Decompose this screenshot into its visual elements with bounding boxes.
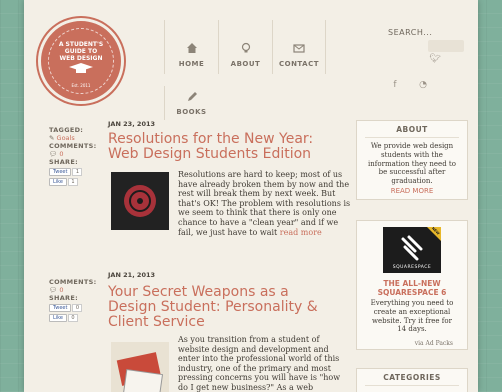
nav-books[interactable]: BOOKS [164, 86, 218, 120]
post-1-thumbnail[interactable] [111, 172, 169, 230]
tagged-label: TAGGED: [49, 126, 84, 134]
post-2-thumbnail[interactable] [111, 342, 169, 392]
search-input[interactable]: SEARCH... [388, 28, 432, 37]
badge-title: A STUDENT'S GUIDE TO WEB DESIGN [41, 41, 121, 62]
nav-about[interactable]: ABOUT [218, 20, 272, 74]
categories-widget-title: CATEGORIES [365, 369, 459, 386]
tweet-button[interactable]: Tweet [49, 304, 72, 312]
nav-home-label: HOME [178, 60, 205, 68]
comments-label: COMMENTS: [49, 142, 97, 150]
graduation-cap-icon [69, 63, 93, 73]
squarespace-brand-label: SQUARESPACE [392, 265, 432, 270]
lightbulb-icon [241, 42, 250, 53]
post-2-date: JAN 21, 2013 [108, 271, 156, 279]
post-1-read-more-link[interactable]: read more [280, 228, 322, 237]
post-1-date: JAN 23, 2013 [108, 120, 156, 128]
ad-title[interactable]: THE ALL-NEW SQUARESPACE 6 [357, 279, 467, 297]
like-button[interactable]: Like [49, 178, 67, 186]
main-nav: HOME ABOUT CONTACT [164, 20, 326, 78]
twitter-icon[interactable]: 🐦︎ [428, 52, 442, 66]
pencil-icon [187, 92, 197, 101]
categories-widget: CATEGORIES [356, 368, 468, 392]
comment-icon: 💬︎ [49, 150, 58, 158]
ad-widget: SQUARESPACE NEW THE ALL-NEW SQUARESPACE … [356, 220, 468, 350]
ad-text: Everything you need to create an excepti… [370, 299, 454, 334]
tag-icon: ✎ [49, 134, 55, 142]
like-count: 0 [67, 314, 78, 322]
squarespace-ad-image[interactable]: SQUARESPACE NEW [383, 226, 441, 273]
post-2-title[interactable]: Your Secret Weapons as a Design Student:… [108, 285, 338, 330]
rss-icon[interactable]: ◔ [416, 78, 430, 92]
comments-count[interactable]: 0 [59, 150, 63, 158]
post-1-excerpt: Resolutions are hard to keep; most of us… [178, 170, 352, 237]
tag-link[interactable]: Goals [57, 134, 75, 142]
comment-icon: 💬︎ [49, 286, 58, 294]
post-1-title[interactable]: Resolutions for the New Year: Web Design… [108, 132, 338, 162]
home-icon [186, 43, 197, 53]
tweet-count: 0 [72, 304, 83, 312]
nav-books-label: BOOKS [176, 108, 207, 116]
badge-line-3: WEB DESIGN [59, 55, 103, 62]
share-label: SHARE: [49, 294, 78, 302]
post-2-excerpt: As you transition from a student of webs… [178, 335, 341, 392]
nav-about-label: ABOUT [230, 60, 261, 68]
comments-count[interactable]: 0 [59, 286, 63, 294]
post-2-meta: COMMENTS: 💬︎ 0 SHARE: Tweet 0 Like 0 [49, 278, 97, 322]
post-1-meta: TAGGED: ✎ Goals COMMENTS: 💬︎ 0 SHARE: Tw… [49, 126, 97, 186]
envelope-icon [293, 44, 305, 53]
post-1-thumbnail-image [124, 185, 156, 217]
nav-contact[interactable]: CONTACT [272, 20, 326, 74]
tweet-button[interactable]: Tweet [49, 168, 72, 176]
like-count: 1 [67, 178, 78, 186]
about-widget-body: We provide web design students with the … [357, 138, 467, 200]
like-button[interactable]: Like [49, 314, 67, 322]
comments-label: COMMENTS: [49, 278, 97, 286]
share-label: SHARE: [49, 158, 78, 166]
nav-home[interactable]: HOME [164, 20, 218, 74]
page-container: A STUDENT'S GUIDE TO WEB DESIGN Est. 201… [24, 0, 478, 392]
about-widget: ABOUT We provide web design students wit… [356, 120, 468, 200]
post-2-thumbnail-image [116, 352, 164, 392]
tweet-count: 1 [72, 168, 83, 176]
badge-line-2: GUIDE TO [64, 48, 98, 55]
badge-line-1: A STUDENT'S [58, 41, 104, 48]
about-widget-title: ABOUT [365, 121, 459, 138]
badge-established: Est. 2011 [71, 83, 91, 88]
about-text: We provide web design students with the … [368, 142, 456, 186]
nav-contact-label: CONTACT [278, 60, 319, 68]
about-read-more-link[interactable]: READ MORE [367, 187, 457, 196]
ad-via-link[interactable]: via Ad Packs [357, 340, 467, 347]
search-field-box[interactable] [428, 40, 464, 52]
post-1-excerpt-text: Resolutions are hard to keep; most of us… [178, 170, 351, 237]
facebook-icon[interactable]: f [388, 78, 402, 92]
ad-title-text: THE ALL-NEW SQUARESPACE 6 [377, 279, 447, 297]
site-logo-badge[interactable]: A STUDENT'S GUIDE TO WEB DESIGN Est. 201… [38, 18, 124, 104]
